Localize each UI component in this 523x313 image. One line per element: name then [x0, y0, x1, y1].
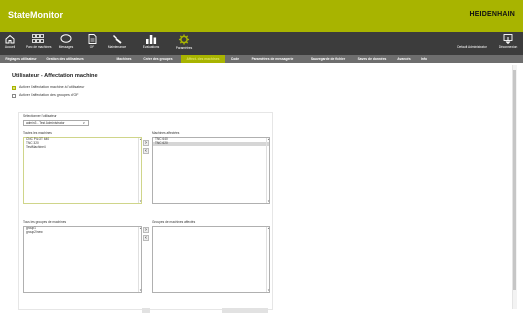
tab-data-saves[interactable]: Saves de données	[354, 55, 390, 63]
assigned-groups-list[interactable]: ▲ ▼	[152, 226, 270, 293]
assigned-machines-list[interactable]: TNC 640 TNC 620 ▲ ▼	[152, 137, 270, 204]
nav-evaluations[interactable]: Evaluations	[141, 32, 161, 55]
nav-machine-park-label: Parc de machines	[26, 45, 52, 49]
scroll-up-icon[interactable]: ▲	[139, 138, 142, 141]
app-window: StateMonitor HEIDENHAIN Accueil Parc de …	[0, 0, 523, 313]
nav-machine-park[interactable]: Parc de machines	[26, 32, 52, 55]
assign-machine-button[interactable]: ›	[143, 140, 149, 146]
main-nav: Accueil Parc de machines Messages OF Mai…	[0, 32, 523, 55]
tab-user-settings[interactable]: Réglages utilisateur	[2, 55, 40, 63]
all-machines-label: Toutes les machines	[23, 131, 52, 135]
wrench-icon	[112, 35, 122, 44]
select-user-label: Sélectionner l'utilisateur	[23, 114, 57, 118]
nav-orders-label: OF	[89, 45, 95, 49]
nav-messages-label: Messages	[58, 45, 74, 49]
list-scrollbar[interactable]: ▲ ▼	[266, 138, 270, 203]
nav-evaluations-label: Evaluations	[142, 45, 160, 49]
chevron-down-icon: ∨	[82, 121, 85, 125]
list-item[interactable]: group2/new	[24, 230, 141, 235]
nav-maintenance[interactable]: Maintenance	[106, 32, 128, 55]
user-select[interactable]: admin3 - Test Administrator ∨	[23, 120, 89, 126]
tab-machine-assignment[interactable]: Affect. des machines	[181, 55, 225, 63]
tab-messaging-settings[interactable]: Paramètres de messagerie	[245, 55, 300, 63]
home-icon	[5, 34, 15, 44]
scroll-down-icon[interactable]: ▼	[267, 289, 270, 292]
tab-info[interactable]: Info	[418, 55, 430, 63]
user-account[interactable]: Default Administrator	[452, 32, 492, 55]
scroll-down-icon[interactable]: ▼	[139, 200, 142, 203]
all-machines-list[interactable]: CNC PILOT 640 TNC 320 TestMachine4 ▲ ▼	[23, 137, 142, 204]
nav-messages[interactable]: Messages	[55, 32, 77, 55]
gear-icon	[178, 34, 190, 45]
tab-file-backup[interactable]: Sauvegarde de fichier	[305, 55, 351, 63]
tab-create-groups[interactable]: Créer des groupes	[138, 55, 178, 63]
logout-label: Déconnexion	[498, 45, 518, 49]
nav-maintenance-label: Maintenance	[107, 45, 127, 49]
checkbox-machine-assignment-label: Activer l'affectation machine à l'utilis…	[19, 85, 85, 89]
scroll-up-icon[interactable]: ▲	[267, 138, 270, 141]
list-scrollbar[interactable]: ▲ ▼	[138, 227, 142, 292]
footer-divider	[142, 308, 150, 313]
assigned-machines-label: Machines affectées	[152, 131, 180, 135]
tab-machines[interactable]: Machines	[113, 55, 135, 63]
unassign-machine-button[interactable]: ‹	[143, 148, 149, 154]
tab-user-management[interactable]: Gestion des utilisateurs	[42, 55, 88, 63]
all-groups-list[interactable]: group1 group2/new ▲ ▼	[23, 226, 142, 293]
list-scrollbar[interactable]: ▲ ▼	[138, 138, 142, 203]
app-title: StateMonitor	[8, 10, 63, 20]
nav-home[interactable]: Accueil	[2, 32, 18, 55]
assigned-groups-label: Groupes de machines affectés	[152, 220, 196, 224]
brand-logo: HEIDENHAIN	[469, 11, 515, 18]
list-item[interactable]: TestMachine4	[24, 145, 141, 150]
scroll-down-icon[interactable]: ▼	[139, 289, 142, 292]
scroll-up-icon[interactable]: ▲	[267, 227, 270, 230]
list-item-selected[interactable]: TNC 620	[153, 141, 269, 146]
checkbox-group-assignment[interactable]	[12, 93, 16, 98]
page-title: Utilisateur - Affectation machine	[12, 73, 98, 79]
list-scrollbar[interactable]: ▲ ▼	[266, 227, 270, 292]
nav-home-label: Accueil	[4, 45, 16, 49]
scroll-down-icon[interactable]: ▼	[267, 200, 270, 203]
nav-settings-label: Paramètres	[175, 46, 193, 50]
checkbox-machine-assignment[interactable]	[12, 85, 16, 90]
nav-orders[interactable]: OF	[85, 32, 99, 55]
grid-icon	[32, 34, 44, 43]
tab-advanced[interactable]: Avancés	[393, 55, 415, 63]
nav-settings[interactable]: Paramètres	[172, 32, 196, 55]
unassign-group-button[interactable]: ‹	[143, 235, 149, 241]
scroll-up-icon[interactable]: ▲	[139, 227, 142, 230]
top-bar: StateMonitor HEIDENHAIN	[0, 0, 523, 32]
bar-chart-icon	[146, 35, 157, 44]
footer-divider	[222, 308, 268, 313]
logout-button[interactable]: Déconnexion	[495, 32, 521, 55]
checkbox-group-assignment-label: Activer l'affectation des groupes d'OF	[19, 93, 79, 97]
assign-group-button[interactable]: ›	[143, 227, 149, 233]
user-select-value: admin3 - Test Administrator	[26, 121, 65, 125]
page-scrollbar-thumb[interactable]	[513, 70, 516, 290]
user-name: Default Administrator	[457, 45, 487, 49]
all-groups-label: Tous les groupes de machines	[23, 220, 67, 224]
settings-tabs: Réglages utilisateur Gestion des utilisa…	[0, 55, 523, 63]
document-icon	[88, 34, 96, 44]
speech-bubble-icon	[60, 34, 72, 43]
logout-icon	[503, 34, 513, 44]
tab-code[interactable]: Code	[228, 55, 242, 63]
